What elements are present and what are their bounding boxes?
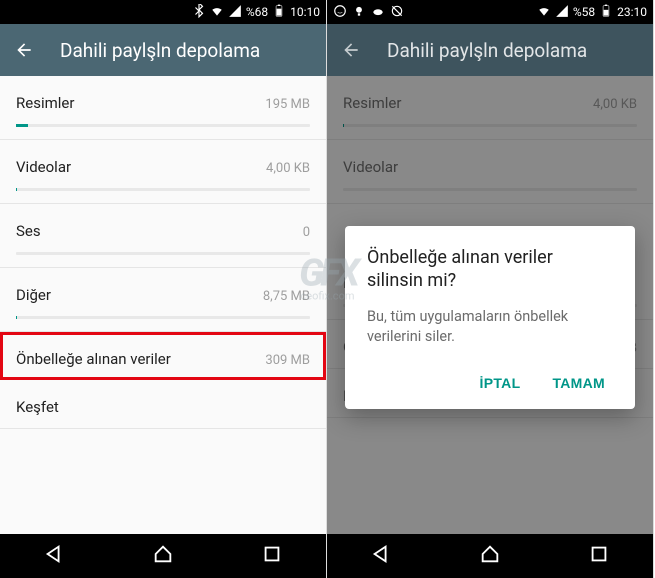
storage-item-resimler[interactable]: Resimler 195 MB (0, 76, 326, 140)
item-label: Keşfet (16, 398, 59, 416)
cancel-button[interactable]: İPTAL (476, 367, 525, 399)
confirm-dialog: Önbelleğe alınan veriler silinsin mi? Bu… (345, 226, 635, 409)
item-value: 8,75 MB (263, 289, 310, 304)
nav-bar (327, 534, 653, 578)
item-label: Önbelleğe alınan veriler (16, 350, 171, 368)
item-value: 4,00 KB (266, 161, 310, 176)
dialog-message: Bu, tüm uygulamaların önbellek verilerin… (367, 307, 613, 348)
item-label: Ses (16, 222, 41, 240)
signal-icon (228, 4, 242, 21)
battery-icon (599, 4, 613, 21)
ok-button[interactable]: TAMAM (548, 367, 609, 399)
progress-bar (16, 252, 310, 255)
item-value: 0 (303, 225, 310, 240)
appbar-title: Dahili paylşln depolama (387, 39, 587, 62)
item-value: 309 MB (265, 353, 310, 368)
nav-recent-icon[interactable] (261, 543, 283, 569)
nav-home-icon[interactable] (152, 543, 174, 569)
nav-back-icon[interactable] (370, 543, 392, 569)
appbar: Dahili paylşln depolama (327, 24, 653, 76)
storage-item-diger[interactable]: Diğer 8,75 MB (0, 268, 326, 332)
item-label: Videolar (16, 158, 71, 176)
dialog-title: Önbelleğe alınan veriler silinsin mi? (367, 246, 613, 293)
storage-item-kesfet[interactable]: Keşfet (0, 380, 326, 429)
nav-recent-icon[interactable] (588, 543, 610, 569)
storage-list: Resimler4,00 KB Videolar Diğer Önbelleğe… (327, 76, 653, 534)
item-label: Diğer (16, 286, 51, 304)
wifi-icon (210, 4, 224, 21)
whatsapp-icon (333, 4, 347, 21)
back-icon[interactable] (14, 40, 34, 60)
battery-text: %58 (573, 5, 595, 19)
progress-bar (16, 188, 310, 191)
nav-home-icon[interactable] (479, 543, 501, 569)
appbar-title: Dahili paylşln depolama (60, 39, 260, 62)
nav-bar (0, 534, 326, 578)
cloud-icon (371, 4, 385, 21)
back-icon[interactable] (341, 40, 361, 60)
phone-left: %68 10:10 Dahili paylşln depolama Resiml… (0, 0, 327, 578)
clock: 10:10 (290, 5, 320, 19)
battery-text: %68 (246, 5, 268, 19)
progress-bar (16, 124, 310, 127)
status-bar: %58 23:10 (327, 0, 653, 24)
appbar: Dahili paylşln depolama (0, 24, 326, 76)
progress-bar (16, 316, 310, 319)
bt-icon (192, 4, 206, 21)
storage-item-onbellek[interactable]: Önbelleğe alınan veriler 309 MB (0, 332, 326, 380)
item-value: 195 MB (265, 97, 310, 112)
signal-icon (555, 4, 569, 21)
battery-icon (272, 4, 286, 21)
status-bar: %68 10:10 (0, 0, 326, 24)
wifi-icon (537, 4, 551, 21)
storage-list: Resimler 195 MB Videolar 4,00 KB Ses 0 Diğe… (0, 76, 326, 534)
sync-off-icon (390, 4, 404, 21)
nav-back-icon[interactable] (43, 543, 65, 569)
item-label: Resimler (16, 94, 74, 112)
storage-item-ses[interactable]: Ses 0 (0, 204, 326, 268)
storage-item-videolar[interactable]: Videolar 4,00 KB (0, 140, 326, 204)
clock: 23:10 (617, 5, 647, 19)
phone-right: %58 23:10 Dahili paylşln depolama Resiml… (327, 0, 654, 578)
bulb-icon (352, 4, 366, 21)
